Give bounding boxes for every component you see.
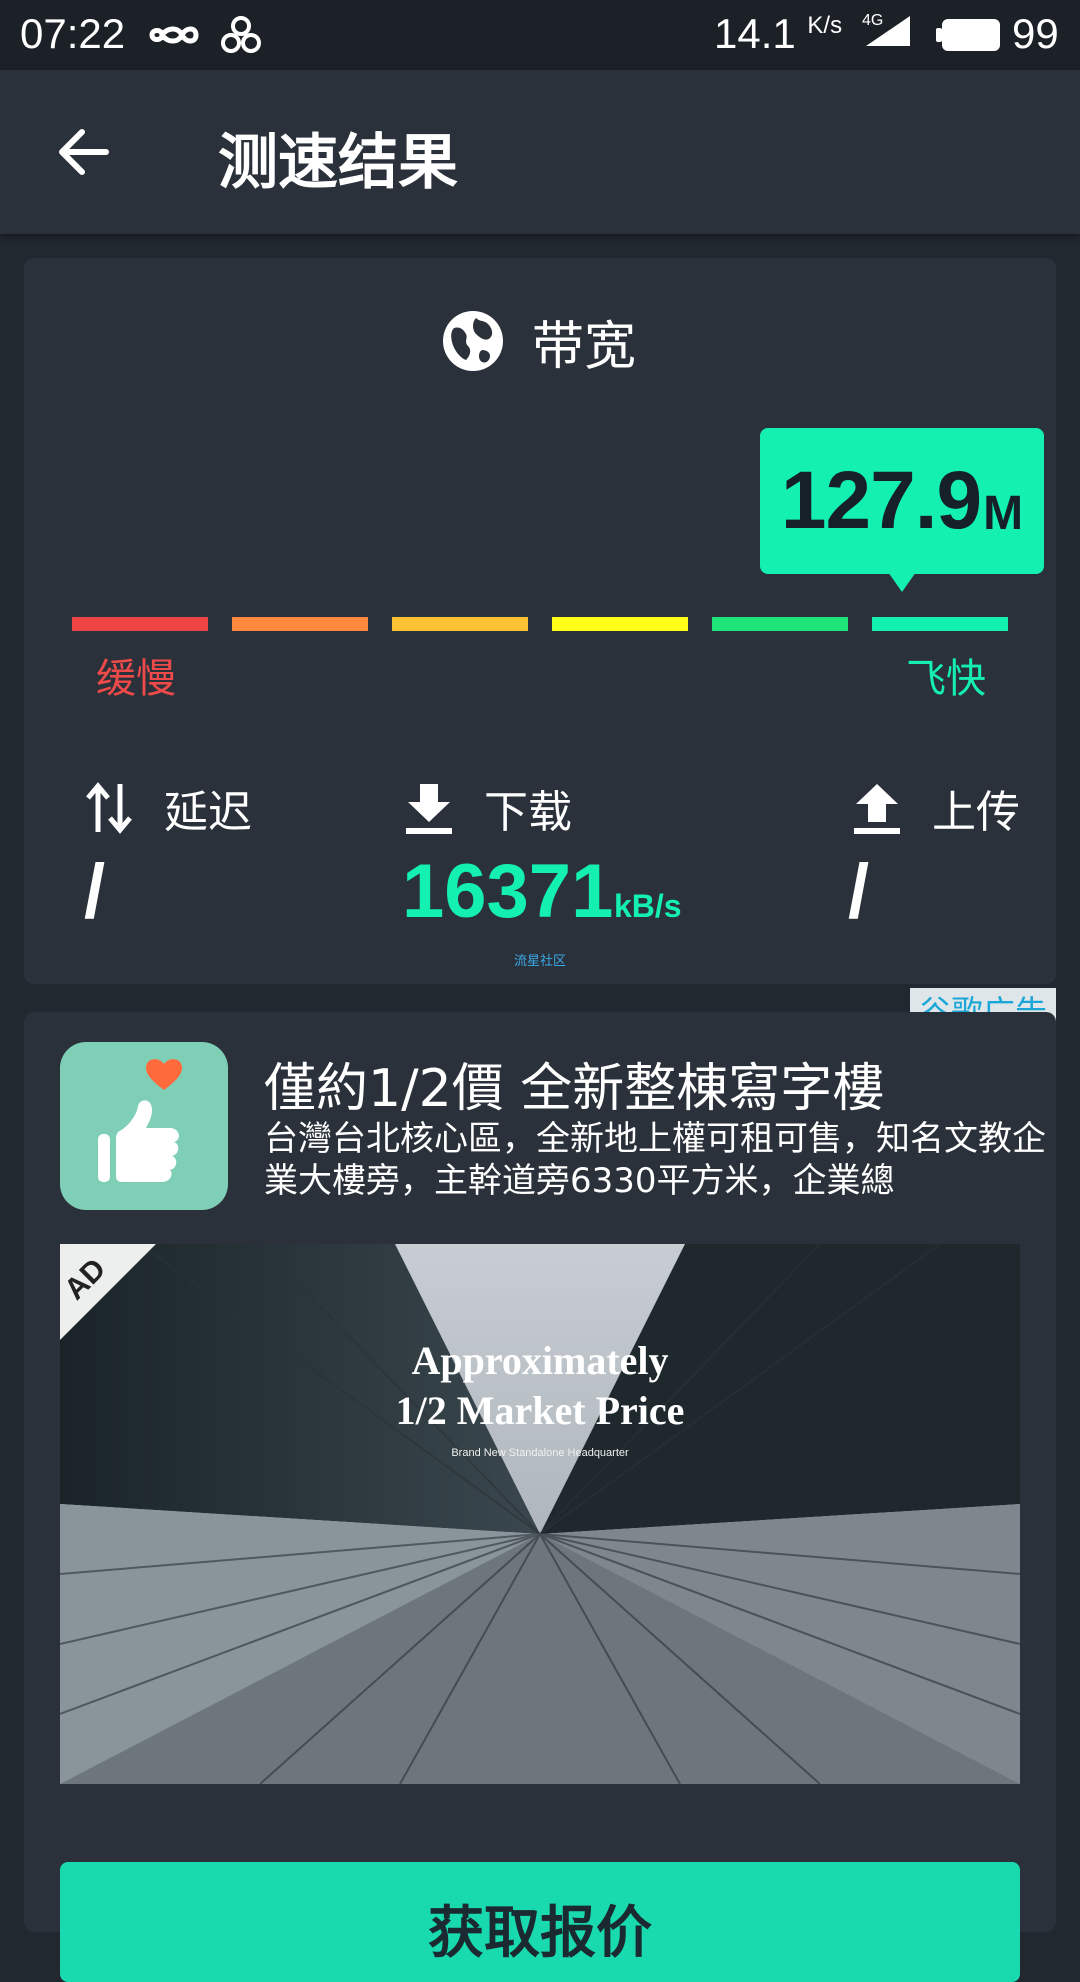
ad-image-line2: 1/2 Market Price [396, 1388, 685, 1433]
ad-body[interactable]: 台灣台北核心區，全新地上權可租可售，知名文教企業大樓旁，主幹道旁6330平方米，… [264, 1118, 1054, 1202]
latency-header: 延迟 [84, 776, 252, 840]
bandwidth-value-bubble: 127.9 M [760, 428, 1044, 574]
upload-value: / [848, 849, 870, 934]
ad-image[interactable]: Approximately 1/2 Market Price Brand New… [60, 1244, 1020, 1784]
infinity-icon [149, 26, 199, 44]
ad-card[interactable]: 僅約1/2價 全新整棟寫字樓 台灣台北核心區，全新地上權可租可售，知名文教企業大… [24, 1012, 1056, 1982]
latency-value: / [84, 849, 106, 934]
download-header: 下载 [404, 776, 572, 840]
upload-icon [854, 784, 900, 834]
swap-vertical-icon [86, 782, 132, 834]
bandwidth-unit: M [983, 486, 1024, 540]
speed-scale-segment [712, 617, 848, 631]
pinwheel-icon [221, 16, 261, 53]
upload-header: 上传 [852, 776, 1020, 840]
download-value: 16371 [402, 849, 614, 934]
slow-label: 缓慢 [96, 656, 176, 702]
speed-scale-segment [72, 617, 208, 631]
ad-headline[interactable]: 僅約1/2價 全新整棟寫字樓 [264, 1046, 884, 1121]
ad-image-line3: Brand New Standalone Headquarter [451, 1447, 629, 1459]
thumbs-up-heart-icon [98, 1059, 182, 1182]
page-title: 测速结果 [218, 128, 458, 198]
download-icon [406, 784, 452, 834]
speed-scale-segment [872, 617, 1008, 631]
status-bar: 07:22 14.1 K/s 4G 99 [0, 0, 1080, 70]
app-bar: 测速结果 [0, 70, 1080, 234]
globe-icon [443, 311, 503, 371]
upload-label: 上传 [932, 787, 1020, 838]
battery-level: 99 [1012, 10, 1059, 57]
speed-scale-segment [392, 617, 528, 631]
ad-building-image: Approximately 1/2 Market Price Brand New… [60, 1244, 1020, 1784]
battery-icon [936, 19, 1000, 51]
bandwidth-value: 127.9 [780, 455, 982, 546]
bandwidth-title: 带宽 [532, 316, 637, 377]
ad-app-icon[interactable] [60, 1042, 228, 1210]
watermark-text: 流星社区 [514, 954, 567, 969]
speed-scale-segment [552, 617, 688, 631]
speed-scale-segment [232, 617, 368, 631]
back-arrow-icon[interactable] [52, 120, 116, 184]
signal-icon [866, 16, 910, 46]
bandwidth-header: 带宽 [442, 306, 637, 377]
get-quote-button[interactable]: 获取报价 [60, 1862, 1020, 1982]
ad-image-line1: Approximately [411, 1338, 668, 1383]
status-time: 07:22 [20, 10, 126, 57]
fast-label: 飞快 [906, 656, 986, 702]
net-speed: 14.1 K/s [714, 10, 843, 57]
download-label: 下载 [484, 787, 572, 838]
download-unit: kB/s [614, 888, 682, 924]
bandwidth-card: 带宽 127.9 M 缓慢 飞快 延迟 / 下载 16371 kB/s 上传 /… [24, 258, 1056, 984]
latency-label: 延迟 [164, 787, 252, 838]
bubble-pointer [888, 572, 916, 592]
